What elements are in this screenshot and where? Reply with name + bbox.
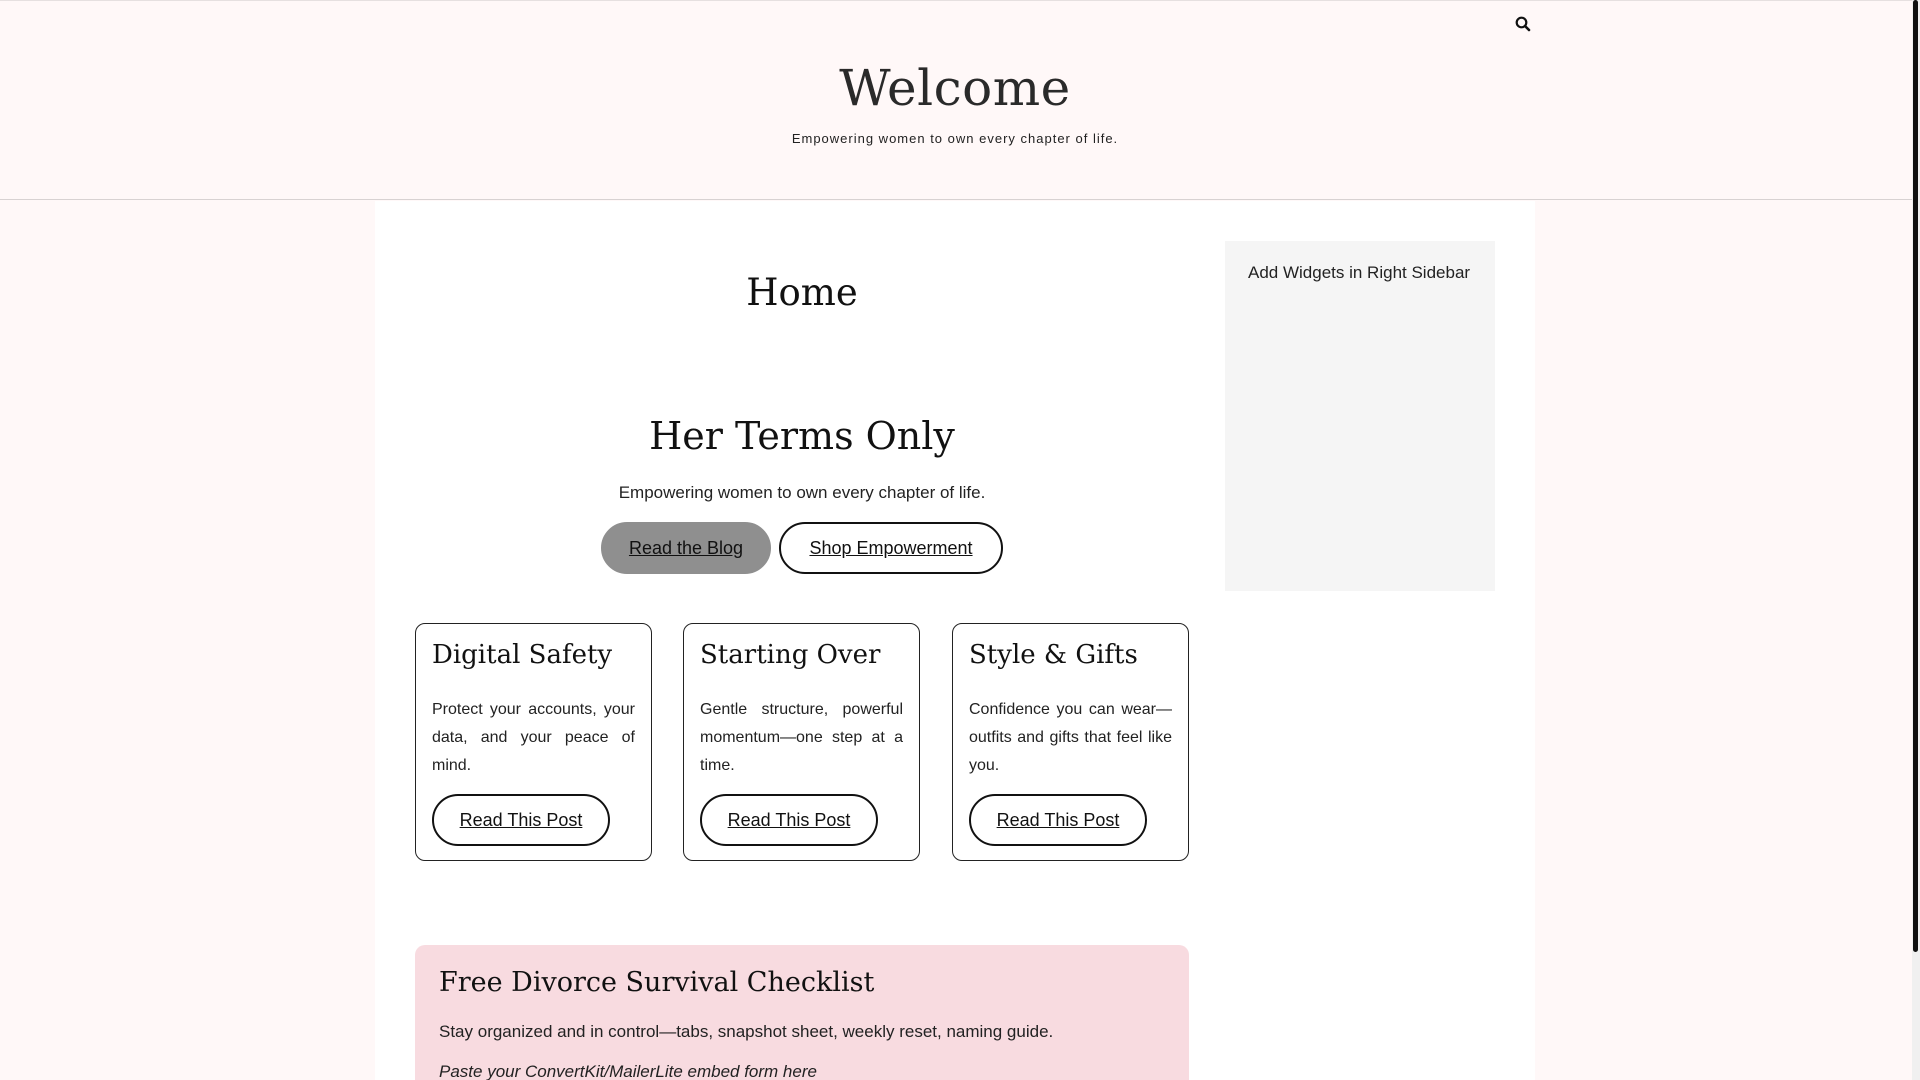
card-title: Starting Over xyxy=(700,640,881,670)
card-starting-over: Starting Over Gentle structure, powerful… xyxy=(683,623,920,861)
site-header: Welcome Empowering women to own every ch… xyxy=(0,0,1912,200)
hero-tagline: Empowering women to own every chapter of… xyxy=(618,483,986,502)
read-post-button[interactable]: Read This Post xyxy=(700,794,878,846)
hero-title: Her Terms Only xyxy=(649,414,955,458)
read-post-button[interactable]: Read This Post xyxy=(432,794,610,846)
card-title: Digital Safety xyxy=(432,640,613,670)
card-text: Gentle structure, powerful momentum—one … xyxy=(700,701,903,774)
scrollbar-thumb[interactable] xyxy=(1913,0,1918,952)
card-style-gifts: Style & Gifts Confidence you can wear—ou… xyxy=(952,623,1189,861)
sidebar-widget-text: Add Widgets in Right Sidebar xyxy=(1248,263,1471,282)
content-area: Home Her Terms Only Empowering women to … xyxy=(375,201,1535,1080)
checklist-section: Free Divorce Survival Checklist Stay org… xyxy=(415,945,1189,1080)
card-text: Confidence you can wear—outfits and gift… xyxy=(969,701,1172,774)
right-sidebar: Add Widgets in Right Sidebar xyxy=(1225,241,1495,591)
checklist-embed-placeholder: Paste your ConvertKit/MailerLite embed f… xyxy=(439,1062,817,1080)
card-title: Style & Gifts xyxy=(969,640,1138,670)
site-tagline: Empowering women to own every chapter of… xyxy=(791,131,1119,146)
card-digital-safety: Digital Safety Protect your accounts, yo… xyxy=(415,623,652,861)
read-blog-button[interactable]: Read the Blog xyxy=(601,522,771,574)
checklist-text: Stay organized and in control—tabs, snap… xyxy=(439,1022,1054,1041)
page-title: Home xyxy=(746,271,858,314)
search-icon[interactable] xyxy=(1514,15,1532,33)
read-post-button[interactable]: Read This Post xyxy=(969,794,1147,846)
site-title[interactable]: Welcome xyxy=(0,59,1910,117)
checklist-title: Free Divorce Survival Checklist xyxy=(439,967,875,998)
shop-empowerment-button[interactable]: Shop Empowerment xyxy=(779,522,1003,574)
card-text: Protect your accounts, your data, and yo… xyxy=(432,701,635,774)
